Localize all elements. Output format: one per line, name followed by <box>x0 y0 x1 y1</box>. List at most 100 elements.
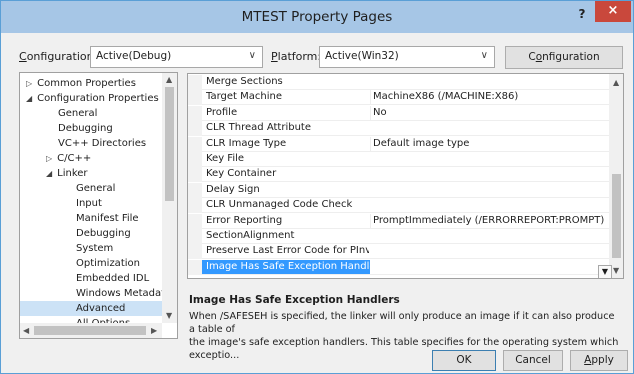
row-gutter <box>188 213 202 229</box>
ok-button[interactable]: OK <box>432 350 496 371</box>
tree-item[interactable]: ▷ Common Properties <box>26 76 136 91</box>
row-gutter <box>188 121 202 137</box>
property-row[interactable]: Preserve Last Error Code for PInvoke <box>188 244 609 260</box>
tree-item-label: Windows Metadata <box>76 288 172 299</box>
property-name: Merge Sections <box>206 76 283 87</box>
tree-vertical-scrollbar[interactable]: ▲ ▼ <box>162 73 177 323</box>
tree-item[interactable]: Debugging <box>58 121 113 136</box>
close-button[interactable]: × <box>595 1 631 22</box>
property-row[interactable]: Key File <box>188 152 609 167</box>
property-name: Error Reporting <box>206 214 283 226</box>
property-tree: ▷ Common Properties ◢ Configuration Propert… <box>19 72 178 339</box>
property-value[interactable]: PromptImmediately (/ERRORREPORT:PROMPT) <box>370 213 609 228</box>
scroll-left-icon[interactable]: ◀ <box>23 326 29 335</box>
tree-item[interactable]: General <box>58 106 97 121</box>
tree-item[interactable]: Embedded IDL <box>76 271 149 286</box>
tree-item-label: C/C++ <box>57 153 92 164</box>
scroll-up-icon[interactable]: ▲ <box>613 78 619 87</box>
tree-item[interactable]: General <box>76 181 115 196</box>
property-row[interactable]: Delay Sign <box>188 182 609 198</box>
scroll-up-icon[interactable]: ▲ <box>166 75 172 84</box>
configuration-select[interactable]: Active(Debug) ∨ <box>90 46 263 68</box>
row-gutter <box>188 90 202 106</box>
tree-item[interactable]: Manifest File <box>76 211 139 226</box>
property-row[interactable]: SectionAlignment <box>188 229 609 244</box>
property-row[interactable]: Merge Sections <box>188 75 609 90</box>
tree-item[interactable]: Windows Metadata <box>76 286 171 301</box>
tree-item-label: Linker <box>57 168 88 179</box>
tree-item-label: System <box>76 243 114 254</box>
tree-item[interactable]: Input <box>76 196 102 211</box>
property-name: Image Has Safe Exception Handlers <box>202 259 370 274</box>
property-value[interactable]: No <box>370 105 609 120</box>
scroll-down-icon[interactable]: ▼ <box>166 311 172 320</box>
chevron-down-icon: ∨ <box>248 50 256 61</box>
title-bar[interactable]: MTEST Property Pages ? × <box>1 1 633 33</box>
property-value[interactable]: Default image type <box>370 136 609 151</box>
tree-item[interactable]: ◢ Configuration Properties <box>26 91 159 106</box>
collapse-arrow-icon[interactable]: ◢ <box>46 169 52 178</box>
cancel-button[interactable]: Cancel <box>503 350 563 371</box>
configuration-manager-button[interactable]: Configuration Manager... <box>505 46 623 84</box>
property-row[interactable]: Target Machine MachineX86 (/MACHINE:X86) <box>188 90 609 106</box>
tree-item[interactable]: Debugging <box>76 226 131 241</box>
property-row[interactable]: Error Reporting PromptImmediately (/ERROR… <box>188 213 609 229</box>
tree-item-label: Input <box>76 198 102 209</box>
chevron-down-icon: ▼ <box>601 267 609 276</box>
tree-item-label: Configuration Properties <box>37 93 159 104</box>
tree-horizontal-scrollbar[interactable]: ◀ ▶ <box>20 323 162 338</box>
tree-item[interactable]: Optimization <box>76 256 140 271</box>
row-gutter <box>188 75 202 90</box>
property-name: Delay Sign <box>206 183 260 195</box>
property-grid: Merge Sections Target Machine MachineX86 (… <box>187 73 624 279</box>
property-name: CLR Image Type <box>206 137 287 149</box>
property-name: CLR Unmanaged Code Check <box>206 199 353 211</box>
tree-item-label: General <box>58 108 98 119</box>
tree-item-label: Advanced <box>76 303 126 314</box>
scroll-right-icon[interactable]: ▶ <box>151 326 157 335</box>
apply-button[interactable]: Apply <box>570 350 628 371</box>
property-name: SectionAlignment <box>206 230 295 241</box>
grid-vertical-thumb[interactable] <box>612 174 621 258</box>
tree-item-label: Common Properties <box>37 78 136 89</box>
row-gutter <box>188 198 202 214</box>
tree-item[interactable]: ▷ C/C++ <box>46 151 91 166</box>
property-row[interactable]: CLR Image Type Default image type <box>188 136 609 152</box>
property-row[interactable]: Key Container <box>188 167 609 183</box>
property-value[interactable]: MachineX86 (/MACHINE:X86) <box>370 90 609 105</box>
configuration-label-text: onfiguration: <box>26 50 98 63</box>
row-gutter <box>188 229 202 244</box>
row-gutter <box>188 244 202 260</box>
property-row[interactable]: CLR Thread Attribute <box>188 121 609 137</box>
tree-item[interactable]: System <box>76 241 113 256</box>
grid-vertical-scrollbar[interactable]: ▲ ▼ <box>609 74 623 278</box>
tree-item-label: Optimization <box>76 258 140 269</box>
tree-horizontal-thumb[interactable] <box>34 326 146 335</box>
help-button[interactable]: ? <box>571 4 593 24</box>
row-gutter <box>188 136 202 152</box>
collapse-arrow-icon[interactable]: ◢ <box>26 94 32 103</box>
platform-label-text: latform: <box>277 50 322 63</box>
property-row[interactable]: CLR Unmanaged Code Check <box>188 198 609 214</box>
tree-item[interactable]: VC++ Directories <box>58 136 146 151</box>
expand-arrow-icon[interactable]: ▷ <box>46 154 52 163</box>
description-panel: Image Has Safe Exception Handlers When /… <box>187 290 624 361</box>
property-row[interactable]: Image Has Safe Exception Handlers <box>188 259 609 275</box>
value-dropdown-button[interactable]: ▼ <box>598 265 612 278</box>
property-name: Target Machine <box>206 91 282 103</box>
platform-value: Active(Win32) <box>325 50 399 62</box>
row-gutter <box>188 182 202 198</box>
expand-arrow-icon[interactable]: ▷ <box>26 79 32 88</box>
manager-label-pre: C <box>528 51 536 63</box>
scroll-down-icon[interactable]: ▼ <box>613 266 619 275</box>
configuration-label: Configuration: <box>19 50 97 63</box>
tree-vertical-thumb[interactable] <box>165 87 174 201</box>
tree-item[interactable]: ◢ Linker <box>46 166 88 181</box>
tree-item[interactable]: Advanced <box>20 301 162 316</box>
tree-item-label: Manifest File <box>76 213 139 224</box>
row-gutter <box>188 167 202 183</box>
platform-select[interactable]: Active(Win32) ∨ <box>319 46 495 68</box>
tree-item-label: General <box>76 183 116 194</box>
configuration-label-accel: C <box>19 50 27 63</box>
property-row[interactable]: Profile No <box>188 105 609 121</box>
